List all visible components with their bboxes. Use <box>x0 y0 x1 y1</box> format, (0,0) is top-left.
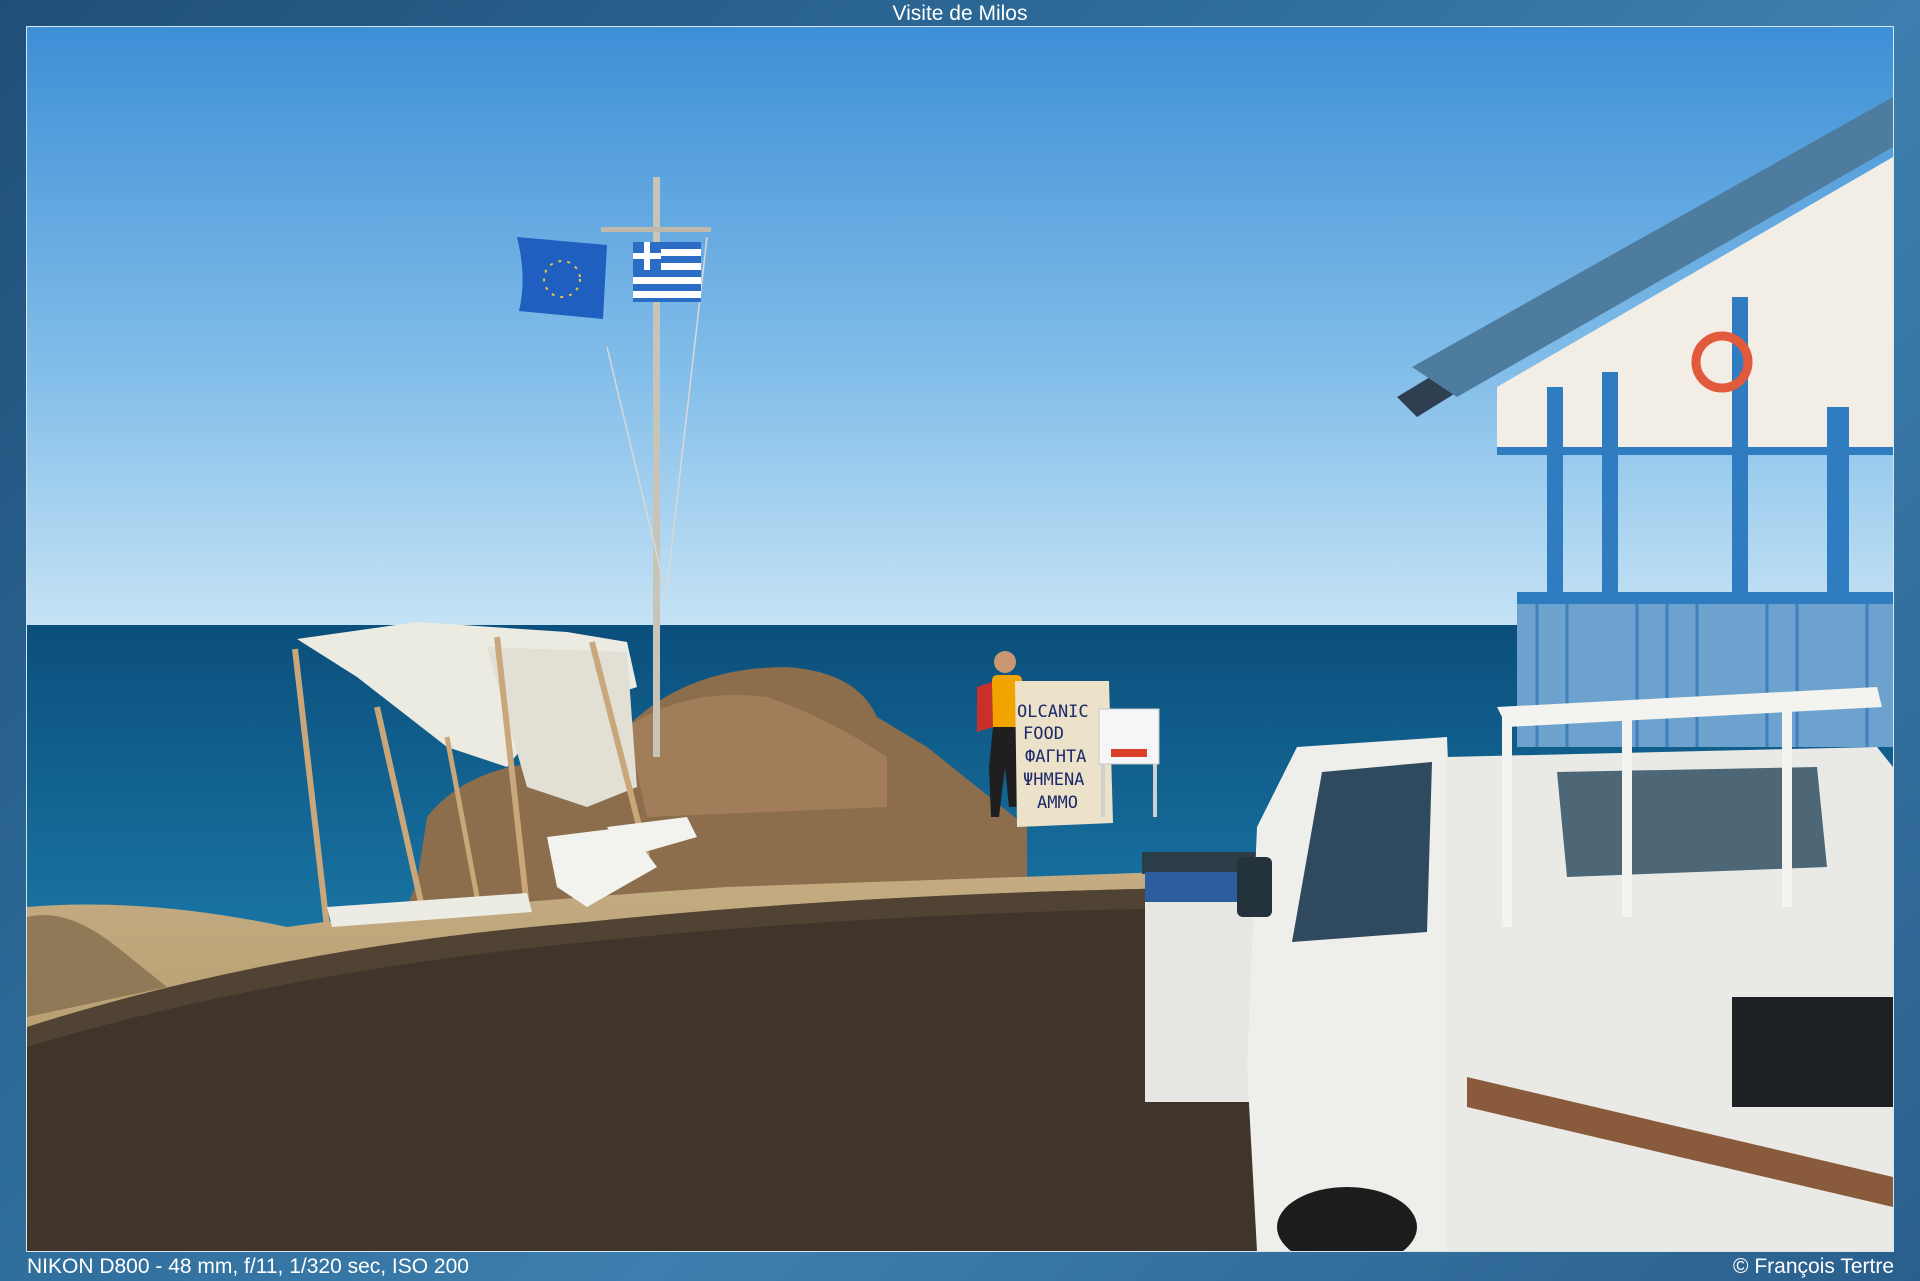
beach-scene: OLCANIC FOOD ФАГНТА ΨΗΜΕΝΑ ΑΜΜΟ <box>27 27 1893 1251</box>
sign-line-3: ФАГНТА <box>1025 747 1086 767</box>
eu-flag <box>517 237 607 319</box>
gallery-title: Visite de Milos <box>892 2 1028 25</box>
crate <box>1732 997 1893 1107</box>
greek-flag <box>633 242 701 302</box>
sign-line-5: ΑΜΜΟ <box>1037 793 1078 813</box>
sign-line-1: OLCANIC <box>1017 702 1089 722</box>
exif-info: NIKON D800 - 48 mm, f/11, 1/320 sec, ISO… <box>27 1255 469 1278</box>
food-sign: OLCANIC FOOD ФАГНТА ΨΗΜΕΝΑ ΑΜΜΟ <box>1015 681 1113 827</box>
pickup-truck <box>1237 687 1893 1251</box>
photo[interactable]: OLCANIC FOOD ФАГНТА ΨΗΜΕΝΑ ΑΜΜΟ <box>26 26 1894 1252</box>
copyright: © François Tertre <box>1733 1255 1894 1278</box>
sign-line-4: ΨΗΜΕΝΑ <box>1023 770 1084 790</box>
sign-line-2: FOOD <box>1023 724 1064 744</box>
